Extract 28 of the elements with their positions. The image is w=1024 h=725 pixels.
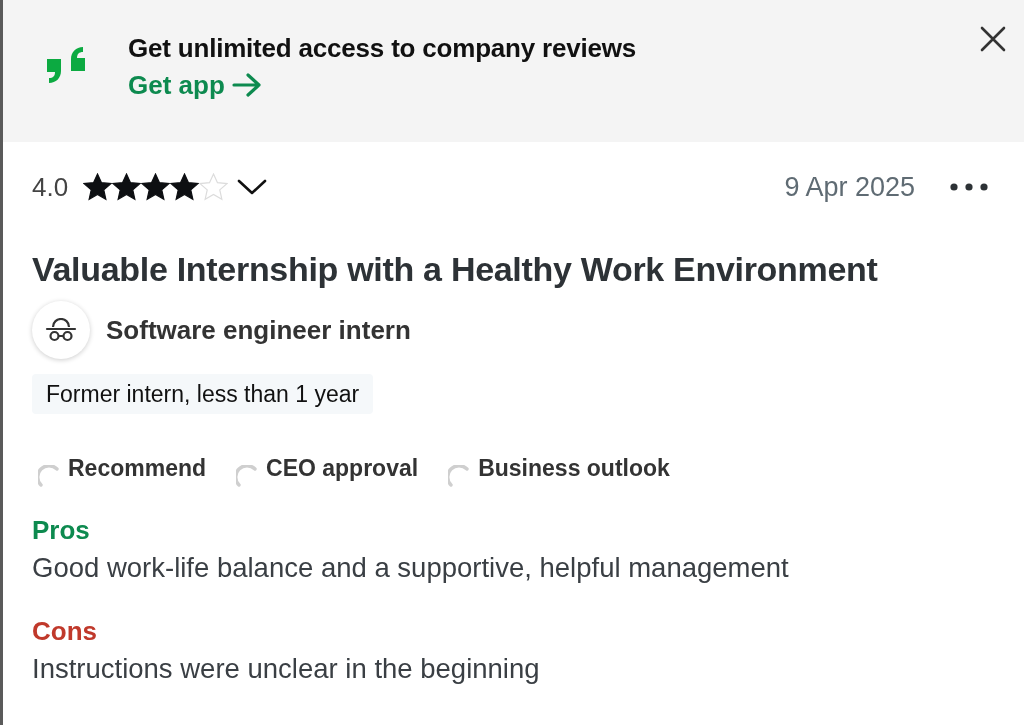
get-app-link[interactable]: Get app: [128, 71, 262, 99]
arc-icon: [236, 465, 259, 487]
arrow-right-icon: [231, 73, 262, 97]
star-icon: [83, 173, 113, 201]
arc-icon: [448, 465, 471, 487]
star-icon: [112, 173, 142, 201]
indicator-label: Recommend: [68, 455, 207, 481]
section-text: Instructions were unclear in the beginning: [32, 653, 541, 685]
section-heading: Pros: [32, 515, 91, 545]
star-icon: [141, 173, 171, 201]
tenure-tag: Former intern, less than 1 year: [32, 374, 374, 414]
close-button[interactable]: [978, 24, 1008, 54]
indicator-label: Business outlook: [478, 455, 670, 481]
indicator-label: CEO approval: [266, 455, 419, 481]
banner-title: Get unlimited access to company reviews: [128, 33, 637, 63]
review-date: 9 Apr 2025: [784, 172, 915, 202]
star-icon: [170, 173, 200, 201]
job-title: Software engineer intern: [106, 315, 411, 345]
review-title: Valuable Internship with a Healthy Work Environment: [32, 249, 879, 289]
ellipsis-icon: [950, 183, 988, 191]
close-icon: [980, 26, 1006, 52]
chevron-down-icon[interactable]: [237, 179, 268, 195]
arc-icon: [38, 465, 60, 487]
anonymous-avatar-icon: [32, 301, 90, 359]
section-text: Good work-life balance and a supportive, helpful management: [32, 552, 790, 584]
quote-icon: [47, 47, 85, 83]
rating-value: 4.0: [32, 172, 69, 202]
section-heading: Cons: [32, 616, 98, 646]
